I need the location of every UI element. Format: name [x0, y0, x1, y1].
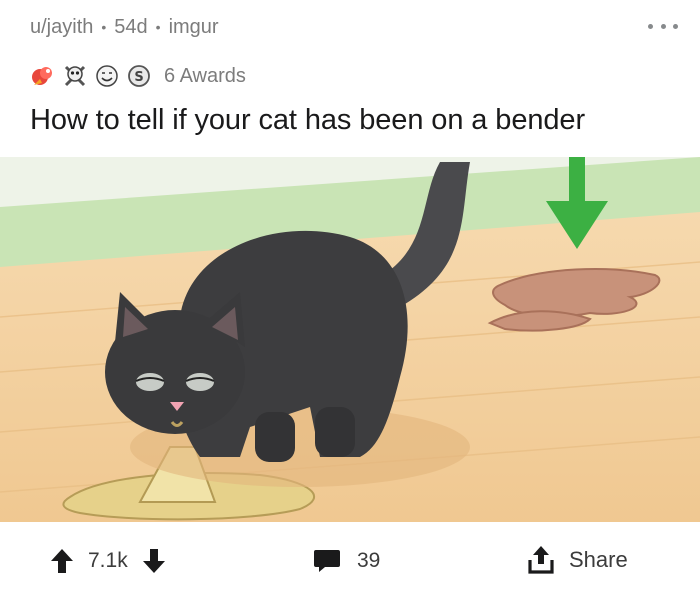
skull-award-icon: [62, 63, 88, 89]
post-image[interactable]: [0, 157, 700, 522]
action-bar: 7.1k 39 Share: [0, 522, 700, 597]
silver-coin-award-icon: S: [126, 63, 152, 89]
vote-group: 7.1k: [50, 546, 166, 576]
vote-count: 7.1k: [88, 549, 128, 572]
post-meta: u/jayith • 54d • imgur: [30, 14, 219, 40]
svg-text:S: S: [134, 70, 143, 85]
smile-award-icon: [94, 63, 120, 89]
post-age: 54d: [114, 15, 148, 38]
separator-dot: •: [155, 19, 161, 35]
rocket-like-award-icon: [30, 63, 56, 89]
separator-dot: •: [101, 19, 107, 35]
post-title[interactable]: How to tell if your cat has been on a be…: [30, 104, 585, 137]
downvote-arrow-icon[interactable]: [142, 548, 166, 574]
more-options-icon[interactable]: [648, 16, 678, 36]
upvote-arrow-icon[interactable]: [50, 548, 74, 574]
comment-count: 39: [357, 549, 381, 572]
share-icon: [527, 545, 555, 575]
awards-row[interactable]: S 6 Awards: [30, 60, 246, 92]
comments-button[interactable]: 39: [313, 546, 380, 576]
author-link[interactable]: u/jayith: [30, 16, 93, 39]
share-button[interactable]: Share: [527, 544, 628, 576]
share-label: Share: [569, 547, 628, 572]
awards-count: 6 Awards: [164, 64, 246, 87]
source-link[interactable]: imgur: [169, 16, 219, 39]
cat-illustration: [0, 157, 700, 522]
comment-bubble-icon: [313, 548, 341, 574]
